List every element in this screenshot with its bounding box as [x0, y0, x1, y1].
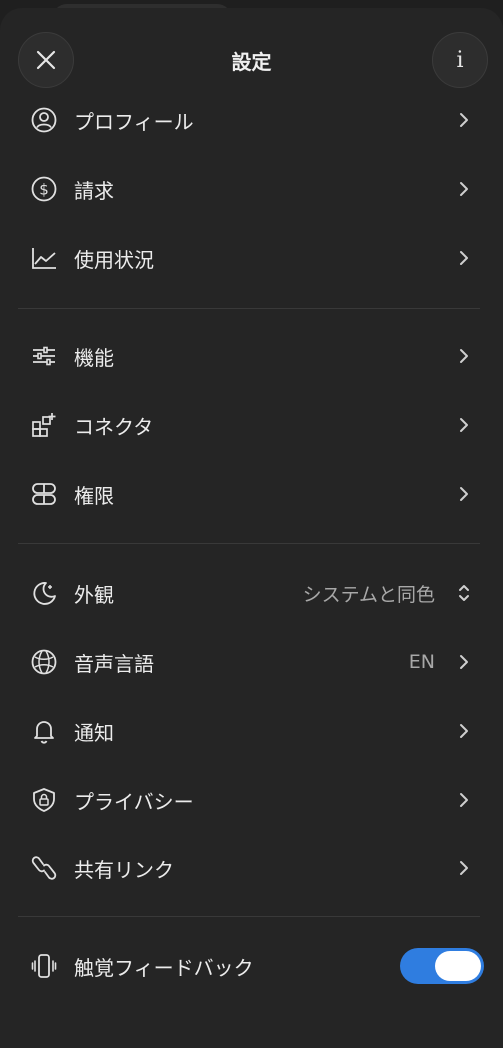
chevron-right-icon [455, 485, 473, 503]
connector-icon [30, 411, 58, 439]
settings-item-label: プロフィール [74, 109, 194, 134]
settings-item-voice-language[interactable]: 音声言語 EN [0, 632, 503, 692]
haptic-feedback-toggle[interactable] [400, 948, 484, 984]
settings-item-appearance[interactable]: 外観 システムと同色 [0, 563, 503, 623]
settings-item-label: 通知 [74, 720, 114, 745]
settings-item-label: 触覚フィードバック [74, 955, 254, 980]
bell-icon [30, 717, 58, 745]
divider [18, 543, 480, 544]
moon-icon [30, 579, 58, 607]
chevron-right-icon [455, 111, 473, 129]
chevron-updown-icon [455, 584, 473, 602]
chevron-right-icon [455, 791, 473, 809]
haptic-icon [30, 952, 58, 980]
svg-text:$: $ [39, 181, 49, 199]
settings-item-usage[interactable]: 使用状況 [0, 228, 503, 288]
voice-language-value: EN [408, 651, 435, 673]
settings-item-label: 外観 [74, 582, 114, 607]
settings-item-permissions[interactable]: 権限 [0, 464, 503, 524]
settings-item-label: 請求 [74, 178, 114, 203]
chevron-right-icon [455, 180, 473, 198]
link-icon [30, 854, 58, 882]
settings-item-haptic-feedback: 触覚フィードバック [0, 936, 503, 996]
info-icon: i [456, 47, 464, 73]
chevron-right-icon [455, 416, 473, 434]
chevron-right-icon [455, 859, 473, 877]
settings-item-label: 権限 [74, 483, 114, 508]
permissions-icon [30, 480, 58, 508]
toggle-knob [435, 951, 481, 981]
settings-item-notifications[interactable]: 通知 [0, 701, 503, 761]
appearance-value: システムと同色 [302, 583, 435, 606]
settings-item-label: 使用状況 [74, 247, 154, 272]
chevron-right-icon [455, 653, 473, 671]
settings-sheet: 設定 i プロフィール $ 請求 使用状況 機能 コネクタ 権限 外観 システム… [0, 8, 503, 1048]
dollar-icon: $ [30, 175, 58, 203]
settings-item-billing[interactable]: $ 請求 [0, 159, 503, 219]
chevron-right-icon [455, 249, 473, 267]
settings-item-label: プライバシー [74, 789, 194, 814]
settings-item-label: 機能 [74, 345, 114, 370]
settings-item-label: コネクタ [74, 414, 154, 439]
settings-item-privacy[interactable]: プライバシー [0, 770, 503, 830]
globe-icon [30, 648, 58, 676]
settings-item-features[interactable]: 機能 [0, 326, 503, 386]
page-title: 設定 [231, 50, 272, 74]
sliders-icon [30, 342, 58, 370]
divider [18, 916, 480, 917]
chevron-right-icon [455, 347, 473, 365]
settings-item-shared-links[interactable]: 共有リンク [0, 838, 503, 898]
profile-icon [30, 106, 58, 134]
shield-lock-icon [30, 786, 58, 814]
settings-item-connectors[interactable]: コネクタ [0, 395, 503, 455]
chevron-right-icon [455, 722, 473, 740]
divider [18, 308, 480, 309]
settings-item-label: 音声言語 [74, 651, 154, 676]
info-button[interactable]: i [432, 32, 488, 88]
chart-icon [30, 244, 58, 272]
settings-item-label: 共有リンク [74, 857, 174, 882]
settings-item-profile[interactable]: プロフィール [0, 90, 503, 150]
